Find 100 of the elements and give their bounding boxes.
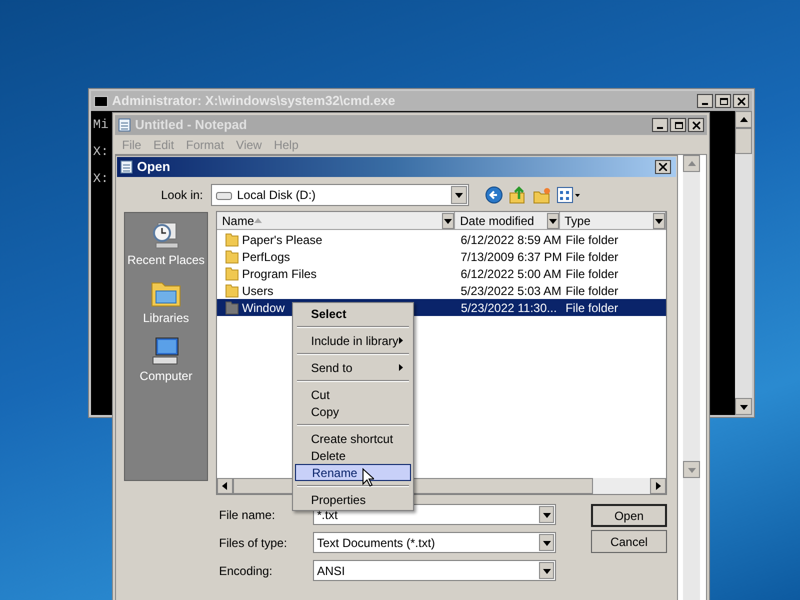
menu-item[interactable]: Delete: [295, 447, 411, 464]
dropdown-field[interactable]: Text Documents (*.txt): [313, 532, 556, 553]
left-arrow-icon: [221, 482, 229, 490]
submenu-arrow-icon: [399, 364, 403, 371]
console-icon: [94, 96, 108, 106]
close-button[interactable]: [655, 160, 671, 174]
maximize-button[interactable]: [715, 94, 731, 108]
places-item[interactable]: Libraries: [125, 277, 207, 327]
dropdown-button[interactable]: [539, 562, 554, 579]
dropdown-button[interactable]: [442, 212, 454, 228]
down-arrow-icon: [542, 510, 550, 518]
view-menu-icon[interactable]: [557, 187, 581, 203]
minimize-icon: [702, 103, 708, 105]
dropdown-button[interactable]: [539, 506, 554, 523]
menu-item[interactable]: Send to: [295, 359, 411, 376]
file-name[interactable]: Paper's Please: [242, 230, 322, 248]
dropdown-button[interactable]: [546, 212, 559, 228]
down-arrow-icon: [455, 191, 463, 199]
menu-item[interactable]: Copy: [295, 403, 411, 420]
drive-icon: [216, 190, 232, 200]
minimize-button[interactable]: [697, 94, 713, 108]
date-cell-text: 5/23/2022 5:03 AM: [460, 282, 560, 300]
dropdown-field[interactable]: ANSI: [313, 560, 556, 581]
submenu-arrow-icon: [399, 337, 403, 344]
menu-item[interactable]: Cut: [295, 386, 411, 403]
window-title: Untitled - Notepad: [135, 116, 247, 134]
console-text: Mi: [93, 116, 109, 134]
column-header[interactable]: Name: [217, 212, 456, 230]
back-icon[interactable]: [485, 186, 503, 204]
console-text: X:: [93, 170, 109, 188]
menu-item[interactable]: Rename: [295, 464, 411, 481]
places-label: Computer: [140, 368, 192, 385]
maximize-button[interactable]: [670, 118, 686, 132]
column-header[interactable]: Date modified: [455, 212, 560, 230]
scroll-down-button[interactable]: [735, 398, 752, 415]
type-cell-text: File folder: [564, 266, 620, 282]
close-icon: [736, 96, 746, 106]
menu-item[interactable]: Include in library: [295, 332, 411, 349]
scroll-up-button[interactable]: [735, 111, 752, 128]
file-row[interactable]: Program Files 6/12/2022 5:00 AM File folder: [217, 265, 666, 282]
date-cell-text: 6/12/2022 5:00 AM: [460, 266, 560, 282]
dropdown-button[interactable]: [653, 212, 665, 228]
down-arrow-icon: [542, 566, 550, 574]
folder-icon: [225, 283, 239, 298]
notepad-icon: [120, 160, 133, 174]
down-arrow-icon: [444, 216, 452, 224]
file-name[interactable]: Program Files: [242, 264, 317, 282]
scroll-right-button[interactable]: [650, 478, 666, 494]
date-cell-text: 5/23/2022 11:30...: [460, 300, 558, 316]
mouse-pointer-icon: [362, 468, 374, 487]
dropdown-button[interactable]: [451, 186, 467, 204]
maximize-icon: [718, 96, 728, 106]
file-name[interactable]: PerfLogs: [242, 248, 290, 266]
file-row[interactable]: Paper's Please 6/12/2022 8:59 AM File folder: [217, 231, 666, 248]
close-icon: [692, 120, 700, 130]
places-item[interactable]: Computer: [125, 335, 207, 385]
field-label: Files of type:: [219, 534, 288, 552]
up-arrow-icon: [740, 116, 748, 124]
folder-icon: [225, 249, 239, 264]
right-arrow-icon: [654, 482, 662, 490]
file-name[interactable]: Users: [242, 282, 274, 300]
look-in-dropdown[interactable]: Local Disk (D:): [211, 184, 469, 206]
close-icon: [659, 163, 667, 171]
menu-item[interactable]: Create shortcut: [295, 430, 411, 447]
date-cell-text: 6/12/2022 8:59 AM: [460, 232, 560, 248]
console-text: X:: [93, 143, 109, 161]
type-cell-text: File folder: [564, 300, 620, 316]
scroll-thumb[interactable]: [735, 128, 752, 154]
column-label: Date modified: [460, 212, 536, 230]
down-arrow-icon: [740, 402, 748, 410]
scrollbar[interactable]: [735, 111, 752, 415]
field-label: File name:: [219, 506, 276, 524]
places-label: Recent Places: [127, 252, 205, 269]
open-button[interactable]: Open: [591, 504, 667, 527]
places-item[interactable]: Recent Places: [125, 219, 207, 269]
minimize-button[interactable]: [652, 118, 668, 132]
type-cell-text: File folder: [564, 282, 620, 300]
maximize-icon: [674, 120, 682, 130]
field-label: Encoding:: [219, 562, 274, 580]
notepad-icon: [118, 118, 131, 132]
close-button[interactable]: [688, 118, 704, 132]
file-name[interactable]: Window: [242, 298, 285, 316]
file-row[interactable]: Users 5/23/2022 5:03 AM File folder: [217, 282, 666, 299]
minimize-icon: [657, 127, 663, 129]
scroll-left-button[interactable]: [217, 478, 233, 494]
close-button[interactable]: [733, 94, 749, 108]
type-cell-text: File folder: [564, 232, 620, 248]
cancel-button[interactable]: Cancel: [591, 530, 667, 553]
dropdown-button[interactable]: [539, 534, 554, 551]
up-arrow-icon: [688, 160, 696, 168]
type-cell-text: File folder: [564, 248, 620, 266]
sort-arrow-icon: [254, 218, 262, 223]
column-label: Type: [564, 212, 592, 230]
look-in-label: Look in:: [160, 187, 204, 204]
dialog-title: Open: [137, 158, 170, 176]
column-header[interactable]: Type: [560, 212, 666, 230]
file-row[interactable]: PerfLogs 7/13/2009 6:37 PM File folder: [217, 248, 666, 265]
down-arrow-icon: [542, 538, 550, 546]
down-arrow-icon: [655, 216, 663, 224]
column-label: Name: [222, 212, 254, 230]
